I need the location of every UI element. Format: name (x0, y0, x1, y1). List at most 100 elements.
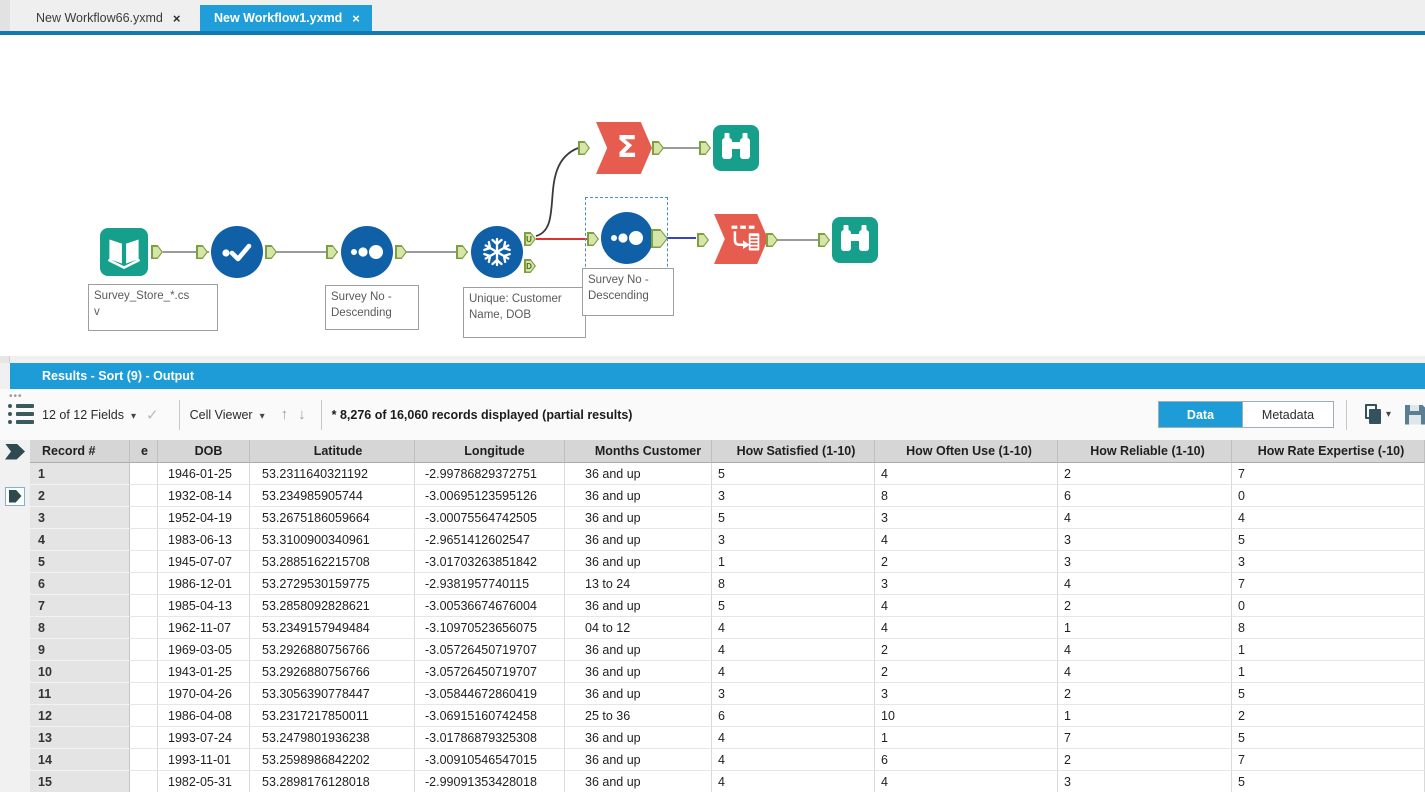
browse-tool-bottom[interactable] (832, 217, 878, 263)
cell[interactable]: -3.00536674676004 (415, 595, 565, 617)
cell[interactable] (130, 551, 158, 573)
cell[interactable]: 2 (1058, 749, 1232, 771)
cell[interactable]: -2.9381957740115 (415, 573, 565, 595)
cell[interactable]: 11 (30, 683, 130, 705)
cell[interactable]: 8 (875, 485, 1058, 507)
cell[interactable]: 53.2885162215708 (250, 551, 415, 573)
cell[interactable]: 4 (1058, 573, 1232, 595)
column-header[interactable]: Latitude (250, 440, 415, 463)
cell[interactable]: -3.01786879325308 (415, 727, 565, 749)
cell[interactable]: 3 (875, 683, 1058, 705)
column-header[interactable]: Months Customer (565, 440, 712, 463)
cell[interactable]: 1970-04-26 (158, 683, 250, 705)
cell[interactable] (130, 749, 158, 771)
row-gutter[interactable] (0, 771, 30, 792)
row-gutter[interactable] (0, 529, 30, 551)
cell[interactable]: 2 (1058, 463, 1232, 485)
cell[interactable]: 53.2311640321192 (250, 463, 415, 485)
cell[interactable]: 1 (1232, 661, 1425, 683)
cell[interactable]: 36 and up (565, 485, 712, 507)
chevron-down-icon[interactable]: ▾ (1386, 409, 1391, 420)
cell[interactable]: -3.05726450719707 (415, 639, 565, 661)
cell[interactable] (130, 683, 158, 705)
cell[interactable]: 10 (30, 661, 130, 683)
cell[interactable]: 4 (875, 595, 1058, 617)
row-gutter[interactable] (0, 661, 30, 683)
fields-dropdown[interactable]: 12 of 12 Fields ▾ (42, 408, 136, 422)
row-gutter[interactable] (0, 683, 30, 705)
row-gutter[interactable] (0, 617, 30, 639)
cell[interactable]: 14 (30, 749, 130, 771)
cell[interactable]: 2 (1058, 595, 1232, 617)
cell[interactable] (130, 617, 158, 639)
cell[interactable]: 1969-03-05 (158, 639, 250, 661)
cell[interactable]: 36 and up (565, 749, 712, 771)
cell[interactable]: 2 (30, 485, 130, 507)
cell[interactable]: 2 (875, 639, 1058, 661)
workflow-canvas[interactable]: U D Σ Survey_Store_*.cs v Survey No - De… (0, 35, 1425, 356)
cell[interactable]: 3 (875, 573, 1058, 595)
cell[interactable]: 1962-11-07 (158, 617, 250, 639)
save-icon[interactable] (1405, 404, 1425, 425)
cell[interactable] (130, 705, 158, 727)
cell[interactable] (130, 661, 158, 683)
cell[interactable]: 36 and up (565, 595, 712, 617)
sort-tool[interactable] (341, 226, 393, 278)
cell[interactable]: 5 (712, 595, 875, 617)
cell[interactable]: 6 (875, 749, 1058, 771)
cell[interactable]: 3 (712, 683, 875, 705)
select-tool[interactable] (211, 226, 263, 278)
row-gutter[interactable] (0, 507, 30, 529)
row-gutter[interactable] (0, 463, 30, 485)
cell[interactable]: 4 (1058, 507, 1232, 529)
cell[interactable]: 3 (1058, 771, 1232, 792)
cell[interactable]: 3 (1058, 529, 1232, 551)
cell[interactable]: 2 (875, 661, 1058, 683)
row-gutter-header[interactable] (0, 440, 30, 463)
cell[interactable]: 4 (712, 749, 875, 771)
cell[interactable] (130, 463, 158, 485)
cell[interactable]: 36 and up (565, 727, 712, 749)
cell[interactable]: 5 (1232, 771, 1425, 792)
cell[interactable]: 53.3100900340961 (250, 529, 415, 551)
input-data-tool[interactable] (100, 228, 148, 276)
tab-new-workflow1[interactable]: New Workflow1.yxmd × (200, 5, 372, 31)
cell[interactable]: 5 (1232, 727, 1425, 749)
cell[interactable]: 4 (875, 617, 1058, 639)
cell[interactable]: 25 to 36 (565, 705, 712, 727)
cell[interactable]: 4 (875, 463, 1058, 485)
cell[interactable]: 1946-01-25 (158, 463, 250, 485)
cell[interactable]: 1985-04-13 (158, 595, 250, 617)
cell[interactable]: 6 (712, 705, 875, 727)
cell[interactable]: -2.99786829372751 (415, 463, 565, 485)
cell[interactable]: -3.10970523656075 (415, 617, 565, 639)
table-options-icon[interactable] (8, 403, 34, 427)
cell[interactable]: 3 (1058, 551, 1232, 573)
cell[interactable]: 1 (1232, 639, 1425, 661)
cell[interactable]: 7 (1232, 463, 1425, 485)
cell[interactable]: -3.00695123595126 (415, 485, 565, 507)
cell[interactable]: 4 (712, 727, 875, 749)
cell[interactable]: -3.00910546547015 (415, 749, 565, 771)
column-header[interactable]: How Satisfied (1-10) (712, 440, 875, 463)
column-header[interactable]: Record # (30, 440, 130, 463)
cell[interactable]: 53.2479801936238 (250, 727, 415, 749)
column-header[interactable]: How Reliable (1-10) (1058, 440, 1232, 463)
cell[interactable]: 1982-05-31 (158, 771, 250, 792)
cell[interactable]: 5 (712, 463, 875, 485)
cell[interactable]: 3 (30, 507, 130, 529)
cell[interactable]: 36 and up (565, 683, 712, 705)
column-header[interactable]: DOB (158, 440, 250, 463)
cell[interactable]: -3.05844672860419 (415, 683, 565, 705)
cell[interactable] (130, 771, 158, 792)
cell[interactable]: 53.2349157949484 (250, 617, 415, 639)
column-header[interactable]: How Often Use (1-10) (875, 440, 1058, 463)
cell[interactable] (130, 727, 158, 749)
column-header[interactable]: e (130, 440, 158, 463)
browse-tool-top[interactable] (713, 125, 759, 171)
cell[interactable]: 36 and up (565, 507, 712, 529)
row-gutter[interactable] (0, 551, 30, 573)
row-gutter[interactable] (0, 749, 30, 771)
cell[interactable]: 6 (1058, 485, 1232, 507)
cell[interactable]: 1943-01-25 (158, 661, 250, 683)
